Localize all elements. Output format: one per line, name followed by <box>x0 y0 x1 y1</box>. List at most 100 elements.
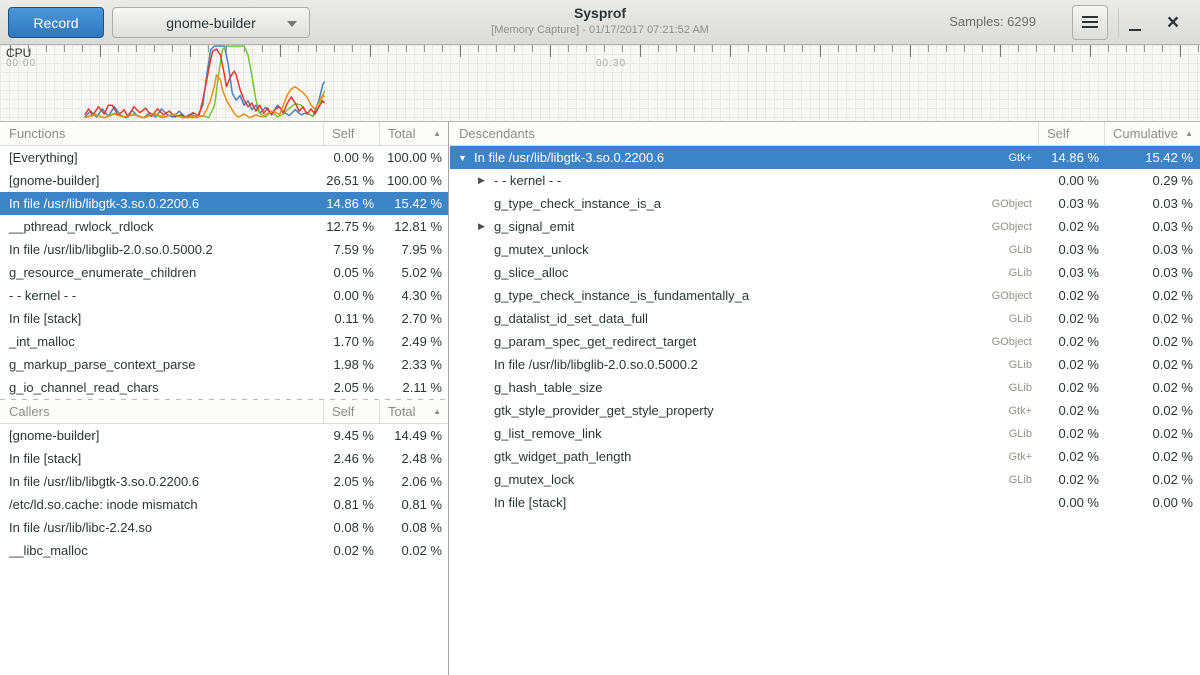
row-function-name: - - kernel - - <box>494 173 1032 188</box>
table-row[interactable]: __libc_malloc 0.02 % 0.02 % <box>0 539 448 562</box>
tree-row[interactable]: gtk_style_provider_get_style_property Gt… <box>450 399 1200 422</box>
row-self-percent: 0.02 % <box>1038 403 1104 418</box>
total-column-label: Total <box>388 404 415 419</box>
row-function-name: g_io_channel_read_chars <box>0 380 323 395</box>
row-self-percent: 0.11 % <box>323 311 379 326</box>
tree-row[interactable]: g_param_spec_get_redirect_target GObject… <box>450 330 1200 353</box>
hamburger-icon <box>1082 16 1098 31</box>
row-library-tag: GLib <box>1009 267 1038 279</box>
record-button[interactable]: Record <box>8 7 104 38</box>
row-cumulative-percent: 0.02 % <box>1104 403 1200 418</box>
table-row[interactable]: g_io_channel_read_chars 2.05 % 2.11 % <box>0 376 448 399</box>
row-cumulative-percent: 0.03 % <box>1104 196 1200 211</box>
callers-column-header[interactable]: Callers <box>0 400 323 424</box>
row-self-percent: 0.00 % <box>1038 173 1104 188</box>
row-total-percent: 100.00 % <box>379 173 448 188</box>
row-total-percent: 4.30 % <box>379 288 448 303</box>
cpu-series-cpu2 <box>85 49 325 118</box>
tree-row[interactable]: ▼ In file /usr/lib/libgtk-3.so.0.2200.6 … <box>450 146 1200 169</box>
tree-row[interactable]: g_mutex_lock GLib 0.02 % 0.02 % <box>450 468 1200 491</box>
self-column-header[interactable]: Self <box>1038 122 1104 146</box>
row-self-percent: 0.02 % <box>1038 219 1104 234</box>
table-row[interactable]: In file [stack] 2.46 % 2.48 % <box>0 447 448 470</box>
table-row[interactable]: In file /usr/lib/libgtk-3.so.0.2200.6 14… <box>0 192 448 215</box>
expander-icon[interactable]: ▼ <box>458 153 474 163</box>
tree-row[interactable]: g_hash_table_size GLib 0.02 % 0.02 % <box>450 376 1200 399</box>
row-self-percent: 0.02 % <box>1038 472 1104 487</box>
row-self-percent: 1.70 % <box>323 334 379 349</box>
cpu-graph[interactable]: CPU 00:00 00:30 <box>0 45 1200 122</box>
process-selector[interactable]: gnome-builder <box>112 7 310 38</box>
row-function-name: g_type_check_instance_is_fundamentally_a <box>494 288 992 303</box>
table-row[interactable]: /etc/ld.so.cache: inode mismatch 0.81 % … <box>0 493 448 516</box>
close-button[interactable]: × <box>1158 8 1188 38</box>
tree-row[interactable]: g_type_check_instance_is_a GObject 0.03 … <box>450 192 1200 215</box>
row-self-percent: 2.05 % <box>323 380 379 395</box>
table-row[interactable]: In file /usr/lib/libc-2.24.so 0.08 % 0.0… <box>0 516 448 539</box>
descendants-table-header: Descendants Self Cumulative ▲ <box>450 122 1200 146</box>
row-function-name: g_markup_parse_context_parse <box>0 357 323 372</box>
functions-column-header[interactable]: Functions <box>0 122 323 146</box>
table-row[interactable]: - - kernel - - 0.00 % 4.30 % <box>0 284 448 307</box>
time-label-mid: 00:30 <box>596 58 626 69</box>
row-library-tag: Gtk+ <box>1008 405 1038 417</box>
callers-table-header: Callers Self Total ▲ <box>0 400 448 424</box>
row-cumulative-percent: 0.03 % <box>1104 219 1200 234</box>
table-row[interactable]: [gnome-builder] 26.51 % 100.00 % <box>0 169 448 192</box>
row-function-name: __pthread_rwlock_rdlock <box>0 219 323 234</box>
row-library-tag: GLib <box>1009 244 1038 256</box>
tree-row[interactable]: g_datalist_id_set_data_full GLib 0.02 % … <box>450 307 1200 330</box>
table-row[interactable]: In file [stack] 0.11 % 2.70 % <box>0 307 448 330</box>
row-self-percent: 9.45 % <box>323 428 379 443</box>
cumulative-column-header[interactable]: Cumulative ▲ <box>1104 122 1200 146</box>
table-row[interactable]: __pthread_rwlock_rdlock 12.75 % 12.81 % <box>0 215 448 238</box>
row-function-name: [gnome-builder] <box>0 428 323 443</box>
table-row[interactable]: _int_malloc 1.70 % 2.49 % <box>0 330 448 353</box>
process-selector-value: gnome-builder <box>166 15 256 31</box>
row-function-name: In file [stack] <box>494 495 1032 510</box>
menu-button[interactable] <box>1072 5 1108 40</box>
row-self-percent: 0.02 % <box>1038 311 1104 326</box>
tree-row[interactable]: gtk_widget_path_length Gtk+ 0.02 % 0.02 … <box>450 445 1200 468</box>
total-column-header[interactable]: Total ▲ <box>379 400 448 424</box>
row-function-name: In file /usr/lib/libgtk-3.so.0.2200.6 <box>0 474 323 489</box>
tree-row[interactable]: g_list_remove_link GLib 0.02 % 0.02 % <box>450 422 1200 445</box>
row-self-percent: 2.46 % <box>323 451 379 466</box>
row-self-percent: 7.59 % <box>323 242 379 257</box>
row-library-tag: GLib <box>1009 313 1038 325</box>
table-row[interactable]: g_resource_enumerate_children 0.05 % 5.0… <box>0 261 448 284</box>
tree-row[interactable]: g_type_check_instance_is_fundamentally_a… <box>450 284 1200 307</box>
total-column-header[interactable]: Total ▲ <box>379 122 448 146</box>
row-cumulative-percent: 0.02 % <box>1104 426 1200 441</box>
tree-row[interactable]: g_mutex_unlock GLib 0.03 % 0.03 % <box>450 238 1200 261</box>
table-row[interactable]: In file /usr/lib/libgtk-3.so.0.2200.6 2.… <box>0 470 448 493</box>
row-cumulative-percent: 0.29 % <box>1104 173 1200 188</box>
table-row[interactable]: [gnome-builder] 9.45 % 14.49 % <box>0 424 448 447</box>
row-function-name: g_mutex_lock <box>494 472 1009 487</box>
expander-icon[interactable]: ▶ <box>478 221 494 232</box>
tree-row[interactable]: In file [stack] 0.00 % 0.00 % <box>450 491 1200 514</box>
tree-row[interactable]: ▶ - - kernel - - 0.00 % 0.29 % <box>450 169 1200 192</box>
row-function-name: gtk_style_provider_get_style_property <box>494 403 1008 418</box>
tree-row[interactable]: ▶ g_signal_emit GObject 0.02 % 0.03 % <box>450 215 1200 238</box>
tree-row[interactable]: In file /usr/lib/libglib-2.0.so.0.5000.2… <box>450 353 1200 376</box>
table-row[interactable]: [Everything] 0.00 % 100.00 % <box>0 146 448 169</box>
row-total-percent: 100.00 % <box>379 150 448 165</box>
table-row[interactable]: g_markup_parse_context_parse 1.98 % 2.33… <box>0 353 448 376</box>
row-total-percent: 0.81 % <box>379 497 448 512</box>
table-row[interactable]: In file /usr/lib/libglib-2.0.so.0.5000.2… <box>0 238 448 261</box>
sort-ascending-icon: ▲ <box>433 407 448 416</box>
tree-row[interactable]: g_slice_alloc GLib 0.03 % 0.03 % <box>450 261 1200 284</box>
expander-icon[interactable]: ▶ <box>478 175 494 186</box>
row-total-percent: 14.49 % <box>379 428 448 443</box>
descendants-column-header[interactable]: Descendants <box>450 122 1038 146</box>
row-self-percent: 0.03 % <box>1038 242 1104 257</box>
minimize-button[interactable] <box>1120 8 1150 38</box>
self-column-header[interactable]: Self <box>323 400 379 424</box>
row-function-name: In file [stack] <box>0 451 323 466</box>
row-self-percent: 0.02 % <box>1038 426 1104 441</box>
row-function-name: In file /usr/lib/libglib-2.0.so.0.5000.2 <box>494 357 1009 372</box>
titlebar: Record gnome-builder Sysprof [Memory Cap… <box>0 0 1200 45</box>
self-column-header[interactable]: Self <box>323 122 379 146</box>
row-library-tag: GLib <box>1009 428 1038 440</box>
